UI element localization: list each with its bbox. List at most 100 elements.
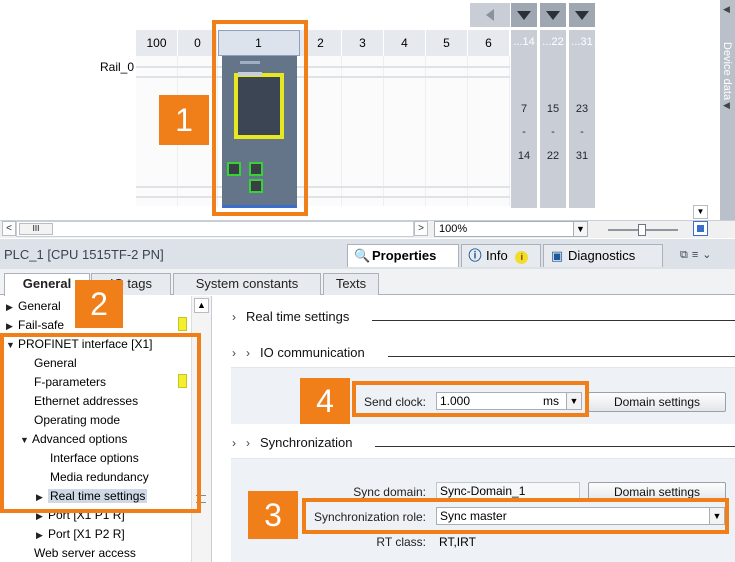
zoom-slider-thumb[interactable]	[638, 224, 646, 236]
expansion-col-22[interactable]: ...22 15 - 22	[540, 30, 566, 208]
expansion-top: 7	[520, 103, 528, 115]
arrow-left-icon	[486, 9, 494, 21]
magnifier-icon: 🔍	[354, 248, 371, 263]
expansion-bottom: 22	[546, 150, 560, 162]
tab-texts[interactable]: Texts	[323, 273, 379, 295]
expansion-header: ...31	[571, 36, 593, 48]
tree-item-general[interactable]: ▶ General	[6, 299, 61, 313]
rt-class-label: RT class:	[376, 535, 426, 549]
horizontal-scrollbar[interactable]: III	[16, 221, 414, 237]
sync-domain-label: Sync domain:	[353, 485, 426, 499]
device-data-label: Device data	[721, 42, 733, 101]
tree-item-label: Fail-safe	[18, 318, 65, 332]
section-synchronization[interactable]: › › Synchronization	[232, 435, 353, 450]
inspector-title: PLC_1 [CPU 1515TF-2 PN]	[4, 247, 164, 262]
chevron-right-icon[interactable]: ›	[246, 346, 260, 360]
tree-item-port-p2[interactable]: ▶ Port [X1 P2 R]	[36, 527, 125, 541]
info-flag-icon: ⓘ	[468, 248, 482, 263]
rt-class-value: RT,IRT	[439, 535, 476, 549]
chevron-down-icon[interactable]: ▼	[573, 221, 588, 237]
tree-item-web-server-access[interactable]: Web server access	[34, 546, 136, 560]
zoom-select[interactable]: 100%	[434, 221, 574, 237]
highlight-tree	[0, 333, 201, 513]
triangle-down-icon	[546, 11, 560, 20]
triangle-right-icon[interactable]: ▶	[6, 302, 18, 313]
device-view[interactable]: 100 0 1 2 3 4 5 6 Rail_0 ...14 7 - 14 ..…	[0, 0, 720, 220]
window-controls[interactable]: ⧉≡⌄	[680, 248, 716, 262]
tab-system-constants[interactable]: System constants	[173, 273, 321, 295]
expansion-bottom: 31	[575, 150, 589, 162]
rail-line-top	[136, 66, 510, 68]
section-divider	[372, 320, 735, 321]
device-data-tab[interactable]: ◀ Device data ◀	[720, 0, 735, 220]
info-badge-icon: i	[515, 251, 529, 264]
tree-item-label: General	[18, 299, 61, 313]
scroll-right-button[interactable]: >	[414, 221, 428, 236]
minimize-icon[interactable]: ≡	[692, 249, 702, 261]
triangle-down-icon	[517, 11, 531, 20]
expansion-top: 15	[546, 103, 560, 115]
expansion-header: ...14	[513, 36, 535, 48]
scroll-down-button[interactable]: ▼	[693, 205, 708, 219]
scroll-back-button[interactable]	[470, 3, 510, 27]
tab-label: Properties	[372, 248, 437, 263]
slot-6[interactable]	[468, 56, 510, 206]
slot-3[interactable]	[342, 56, 384, 206]
highlight-plc	[212, 20, 308, 216]
fail-safe-flag-icon	[178, 317, 187, 331]
chevron-right-icon[interactable]: ›	[232, 310, 246, 324]
slot-header-100[interactable]: 100	[136, 30, 178, 56]
tab-diagnostics[interactable]: ▣ Diagnostics	[543, 244, 663, 267]
expansion-bottom: 14	[517, 150, 531, 162]
tab-info[interactable]: ⓘ Info i	[461, 244, 541, 267]
rail-line-top-2	[136, 76, 510, 78]
scroll-thumb[interactable]: III	[19, 223, 53, 235]
triangle-down-icon	[575, 11, 589, 20]
tab-label: Diagnostics	[568, 248, 636, 263]
expansion-col-14[interactable]: ...14 7 - 14	[511, 30, 537, 208]
triangle-right-icon[interactable]: ▶	[6, 321, 18, 332]
slot-header-3[interactable]: 3	[342, 30, 384, 56]
triangle-right-icon[interactable]: ▶	[36, 530, 48, 541]
expand-button-22[interactable]	[540, 3, 566, 27]
chevron-right-icon[interactable]: ›	[232, 436, 246, 450]
diagnostics-icon: ▣	[550, 248, 564, 263]
callout-3: 3	[248, 491, 298, 539]
expand-button-31[interactable]	[569, 3, 595, 27]
section-real-time-settings[interactable]: › Real time settings	[232, 309, 349, 324]
callout-4: 4	[300, 378, 350, 424]
slot-header-4[interactable]: 4	[384, 30, 426, 56]
chevron-down-icon[interactable]: ⌄	[702, 249, 715, 261]
expand-button-14[interactable]	[511, 3, 537, 27]
slot-5[interactable]	[426, 56, 468, 206]
callout-1: 1	[159, 95, 209, 145]
zoom-fit-icon[interactable]	[693, 221, 708, 236]
triangle-left-icon: ◀	[723, 100, 730, 110]
triangle-left-icon: ◀	[723, 4, 730, 14]
scroll-left-button[interactable]: <	[2, 221, 16, 236]
tab-properties[interactable]: 🔍 Properties	[347, 244, 459, 267]
rail-line-bottom-2	[136, 196, 510, 198]
expansion-col-31[interactable]: ...31 23 - 31	[569, 30, 595, 208]
callout-2: 2	[75, 280, 123, 328]
rail-line-bottom	[136, 186, 510, 188]
domain-settings-button[interactable]: Domain settings	[588, 392, 726, 412]
highlight-sync-role	[302, 498, 729, 534]
section-io-communication[interactable]: › › IO communication	[232, 345, 365, 360]
tree-item-label: Port [X1 P2 R]	[48, 527, 125, 541]
slot-header-5[interactable]: 5	[426, 30, 468, 56]
float-window-icon[interactable]: ⧉	[680, 249, 692, 261]
chevron-right-icon[interactable]: ›	[246, 436, 260, 450]
tree-item-fail-safe[interactable]: ▶ Fail-safe	[6, 318, 64, 332]
tab-label: Info	[486, 248, 508, 263]
section-divider	[388, 356, 735, 357]
tree-item-label: Web server access	[34, 546, 136, 560]
section-title: Real time settings	[246, 309, 350, 324]
expansion-mid: -	[551, 126, 555, 138]
chevron-right-icon[interactable]: ›	[232, 346, 246, 360]
slot-header-6[interactable]: 6	[468, 30, 510, 56]
expansion-mid: -	[522, 126, 526, 138]
section-divider	[375, 446, 735, 447]
scroll-up-icon[interactable]: ▲	[194, 298, 209, 313]
slot-4[interactable]	[384, 56, 426, 206]
